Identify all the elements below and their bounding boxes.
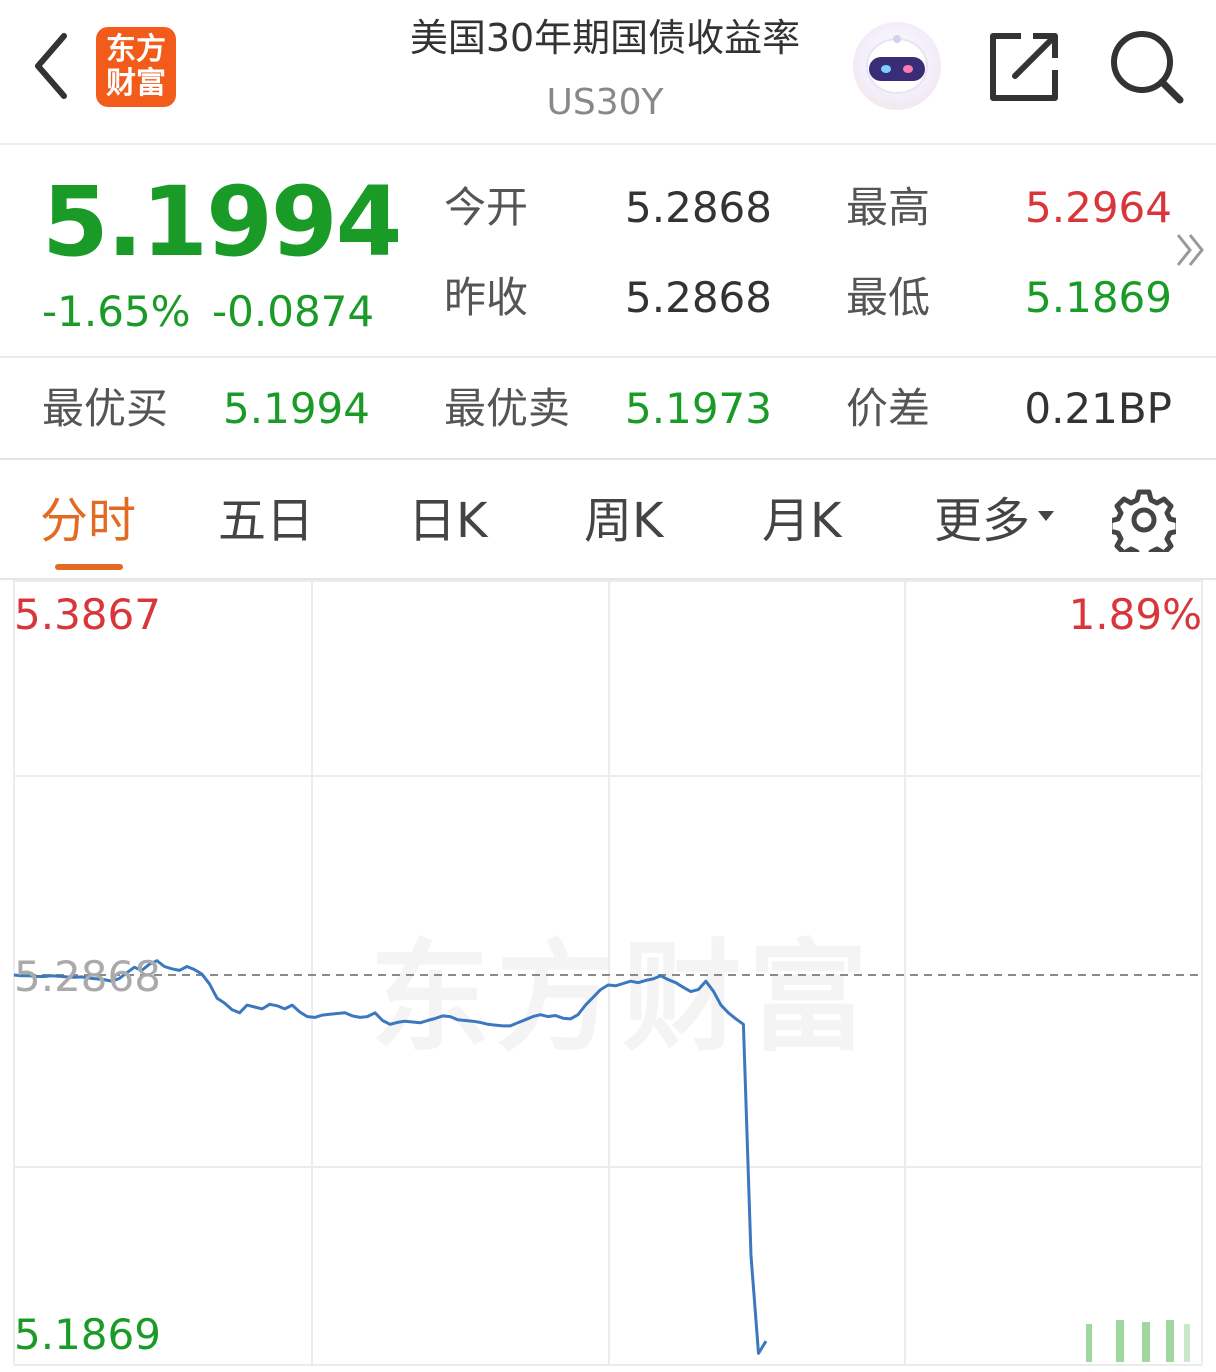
change-amount: -0.0874 [212,287,375,336]
share-button[interactable] [985,28,1063,106]
price-line [13,959,768,1355]
logo-text-line1: 东方 [106,32,166,67]
caret-down-icon [1038,511,1055,521]
page-title: 美国30年期国债收益率 [409,16,801,60]
low-label: 最低 [846,273,931,322]
tab-monthly-k[interactable]: 月K [762,488,841,554]
quote-panel: 5.1994 -1.65% -0.0874 今开 5.2868 最高 5.296… [0,145,1216,358]
low-value: 5.1869 [1025,273,1172,322]
search-icon [1111,31,1184,104]
open-value: 5.2868 [625,183,772,232]
search-button[interactable] [1106,26,1186,106]
spread-label: 价差 [846,384,931,433]
best-bid-value: 5.1994 [223,384,370,433]
chart-period-tabs: 分时 五日 日K 周K 月K 更多 [0,460,1216,580]
prev-close-value: 5.2868 [625,273,772,322]
chart-settings-button[interactable] [1107,488,1181,563]
header-bar: 东方 财富 美国30年期国债收益率 US30Y [0,0,1216,145]
reference-label: 5.2868 [14,952,161,1001]
prev-close-label: 昨收 [444,273,529,322]
assistant-avatar[interactable] [853,22,941,110]
chart-grid [13,580,1203,1366]
gear-icon [1107,489,1181,563]
y-min-label: 5.1869 [14,1310,161,1359]
current-price: 5.1994 [42,166,402,278]
tab-more-label: 更多 [934,493,1031,549]
chart-canvas [13,580,1203,1366]
y-max-label: 5.3867 [14,590,161,639]
intraday-chart[interactable]: 东方财富 5.3867 1.89% 5.2868 5.1869 [0,580,1216,1372]
robot-icon [866,35,928,94]
y-max-pct-label: 1.89% [1068,590,1202,639]
share-icon [990,33,1058,101]
tab-intraday[interactable]: 分时 [40,488,136,554]
bid-ask-panel: 最优买 5.1994 最优卖 5.1973 价差 0.21BP [0,358,1216,460]
back-button[interactable] [22,30,82,102]
change-percent: -1.65% [42,287,191,336]
page-subtitle: US30Y [546,82,664,123]
app-logo[interactable]: 东方 财富 [96,27,176,107]
double-chevron-right-icon [1176,234,1204,266]
logo-text-line2: 财富 [106,66,166,101]
active-tab-indicator [55,564,123,570]
high-value: 5.2964 [1025,183,1172,232]
best-ask-value: 5.1973 [625,384,772,433]
tab-five-day[interactable]: 五日 [218,488,314,554]
title-block: 美国30年期国债收益率 US30Y [330,10,880,128]
spread-value: 0.21BP [1024,384,1172,433]
tab-weekly-k[interactable]: 周K [584,488,663,554]
best-bid-label: 最优买 [42,384,169,433]
tab-daily-k[interactable]: 日K [408,488,487,554]
chevron-left-icon [35,33,67,99]
more-details-button[interactable] [1172,223,1208,277]
high-label: 最高 [846,183,931,232]
volume-bars [1086,1320,1190,1362]
best-ask-label: 最优卖 [444,384,571,433]
open-label: 今开 [444,183,529,232]
tab-more[interactable]: 更多 [934,488,1055,554]
